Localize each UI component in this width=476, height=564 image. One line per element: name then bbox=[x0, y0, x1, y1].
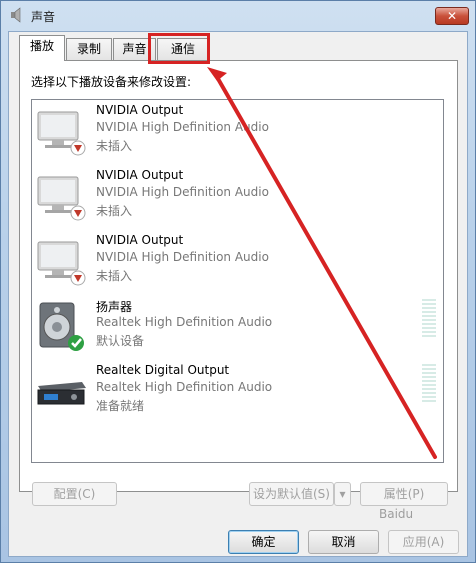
annotation-arrow bbox=[207, 67, 437, 459]
sound-dialog: 声音 ✕ 播放 录制 声音 通信 选择以下播放设备来修改设置: NVIDIA O… bbox=[0, 0, 476, 563]
highlight-box bbox=[148, 33, 210, 64]
watermark: Baidu bbox=[379, 507, 414, 521]
